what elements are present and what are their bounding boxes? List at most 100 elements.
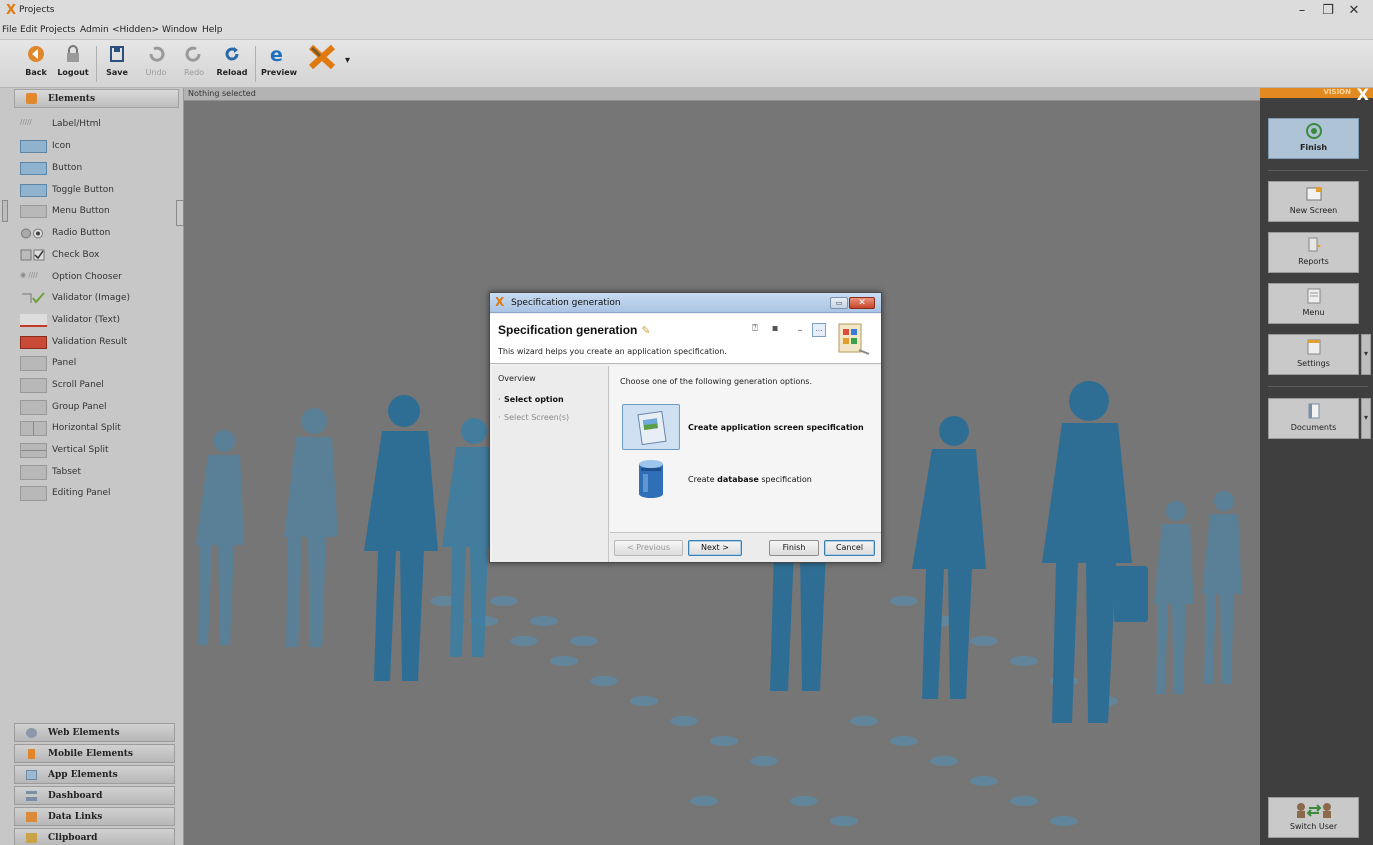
documents-button[interactable]: Documents [1268,398,1359,439]
group-panel-icon [20,400,47,415]
option-database-spec[interactable]: Create database specification [622,456,878,502]
data-links-icon [26,812,37,822]
actions-panel: VISION X Finish New Screen Reports Menu … [1260,85,1373,845]
pencil-icon: ✎ [641,325,651,337]
elements-header[interactable]: Elements [14,89,179,108]
documents-dropdown-button[interactable]: ▾ [1361,398,1371,439]
validator-text-icon [20,314,47,327]
category-mobile-elements[interactable]: Mobile Elements [14,744,175,763]
settings-dropdown-button[interactable]: ▾ [1361,334,1371,375]
palette-item-option-chooser[interactable]: ◉ ////Option Chooser [20,268,178,286]
restore-button[interactable]: ❐ [1318,3,1338,18]
minimize-button[interactable]: – [1292,3,1312,18]
category-data-links[interactable]: Data Links [14,807,175,826]
dialog-close-button[interactable]: ✕ [849,297,875,309]
category-clipboard[interactable]: Clipboard [14,828,175,845]
preview-label: Preview [261,68,298,77]
panel-divider [1268,170,1368,171]
reports-button[interactable]: Reports [1268,232,1359,273]
palette-item-icon[interactable]: Icon [20,137,178,155]
palette-item-editing-panel[interactable]: Editing Panel [20,484,178,502]
scroll-panel-icon [20,378,47,393]
category-dashboard[interactable]: Dashboard [14,786,175,805]
database-option-icon-frame [622,456,680,502]
menu-admin[interactable]: Admin [80,25,109,35]
palette-item-group-panel[interactable]: Group Panel [20,398,178,416]
documents-icon [1308,403,1319,419]
menu-hidden[interactable]: <Hidden> [112,25,159,35]
palette-item-scroll-panel[interactable]: Scroll Panel [20,376,178,394]
palette-item-toggle-button[interactable]: Toggle Button [20,181,178,199]
palette-item-tabset[interactable]: Tabset [20,463,178,481]
main-toolbar: Back Logout Save Undo Redo Reload e Prev… [0,40,1373,88]
switch-user-button[interactable]: Switch User [1268,797,1359,838]
logout-label: Logout [57,68,89,77]
palette-collapse-handle[interactable] [2,200,8,222]
cancel-button[interactable]: Cancel [824,540,875,556]
option-database-label: Create database specification [688,475,812,484]
specification-wizard-dialog: X Specification generation ▭ ✕ Specifica… [489,292,882,563]
palette-item-label-html[interactable]: /////Label/Html [20,115,178,133]
finish-action-button[interactable]: Finish [1268,118,1359,159]
category-web-elements[interactable]: Web Elements [14,723,175,742]
dialog-minimize-button[interactable]: ▭ [830,297,848,309]
previous-button[interactable]: < Previous [614,540,683,556]
step-select-option: Select option [504,395,564,404]
database-icon [639,460,663,498]
elements-palette: Elements /////Label/Html Icon Button Tog… [0,88,184,845]
vision-brand-bar: VISION X [1260,85,1373,104]
palette-item-button[interactable]: Button [20,159,178,177]
palette-item-menu-button[interactable]: Menu Button [20,202,178,220]
product-logo-icon [308,44,336,70]
undo-label: Undo [145,68,167,77]
back-button[interactable]: Back [20,44,52,84]
dialog-title: Specification generation [511,298,621,308]
finish-target-icon [1305,123,1322,139]
menu-file[interactable]: File [2,25,17,35]
image-view-icon[interactable]: ▪ [768,323,782,337]
preview-button[interactable]: e Preview [261,44,298,84]
menu-window[interactable]: Window [162,25,198,35]
palette-item-radio-button[interactable]: Radio Button [20,224,178,242]
palette-item-panel[interactable]: Panel [20,354,178,372]
palette-item-validator-image[interactable]: Validator (Image) [20,289,178,307]
horizontal-split-icon [20,421,47,436]
save-button[interactable]: Save [101,44,133,84]
palette-item-check-box[interactable]: Check Box [20,246,178,264]
help-icon[interactable]: ⍰ [748,323,762,337]
redo-button[interactable]: Redo [178,44,210,84]
menu-edit[interactable]: Edit [20,25,37,35]
wizard-button-bar: < Previous Next > Finish Cancel [610,532,881,562]
reload-button[interactable]: Reload [216,44,248,84]
vertical-split-icon [20,443,47,458]
close-button[interactable]: ✕ [1344,3,1364,18]
dialog-subtitle: This wizard helps you create an applicat… [498,347,727,356]
menu-help[interactable]: Help [202,25,223,35]
dialog-header: Specification generation ✎ This wizard he… [490,314,881,364]
settings-button[interactable]: Settings [1268,334,1359,375]
menu-projects[interactable]: Projects [40,25,75,35]
finish-button[interactable]: Finish [769,540,819,556]
app-logo-icon: X [6,3,17,18]
minimize-wizard-icon[interactable]: – [793,325,807,339]
dialog-titlebar[interactable]: X Specification generation ▭ ✕ [490,293,881,313]
undo-button[interactable]: Undo [140,44,172,84]
option-application-screen-spec[interactable]: Create application screen specification [622,404,878,450]
palette-item-validator-text[interactable]: Validator (Text) [20,311,178,329]
product-menu-button[interactable] [302,44,342,84]
product-dropdown-icon[interactable]: ▾ [345,55,350,66]
logout-button[interactable]: Logout [57,44,89,84]
reports-icon [1308,237,1321,252]
window-titlebar: X Projects – ❐ ✕ [0,0,1373,22]
palette-item-horizontal-split[interactable]: Horizontal Split [20,419,178,437]
screen-spec-option-icon-frame [622,404,680,450]
palette-item-vertical-split[interactable]: Vertical Split [20,441,178,459]
menu-button[interactable]: Menu [1268,283,1359,324]
palette-item-validation-result[interactable]: Validation Result [20,333,178,351]
category-app-elements[interactable]: App Elements [14,765,175,784]
save-icon [110,46,124,62]
next-button[interactable]: Next > [688,540,742,556]
browser-icon: e [270,44,283,64]
new-screen-button[interactable]: New Screen [1268,181,1359,222]
restore-wizard-icon[interactable]: … [812,323,826,337]
